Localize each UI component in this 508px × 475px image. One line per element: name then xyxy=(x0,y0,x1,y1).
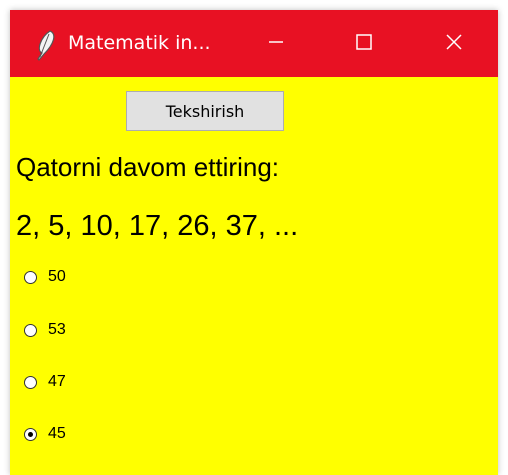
option-label: 45 xyxy=(48,425,66,442)
number-sequence: 2, 5, 10, 17, 26, 37, ... xyxy=(16,210,299,242)
radio-button[interactable] xyxy=(24,375,37,389)
maximize-icon xyxy=(355,33,373,55)
window-content: Tekshirish Qatorni davom ettiring: 2, 5,… xyxy=(10,77,498,475)
option-label: 53 xyxy=(48,321,66,338)
answer-option-45[interactable]: 45 xyxy=(24,422,66,446)
check-button[interactable]: Tekshirish xyxy=(126,91,284,131)
window-title: Matematik in... xyxy=(68,32,211,54)
title-bar[interactable]: Matematik in... xyxy=(10,10,498,77)
option-label: 50 xyxy=(48,268,66,285)
app-window: Matematik in... Tekshirish Qatorni davom… xyxy=(10,10,498,475)
radio-button[interactable] xyxy=(24,323,37,337)
feather-icon xyxy=(30,28,60,64)
option-label: 47 xyxy=(48,373,66,390)
question-text: Qatorni davom ettiring: xyxy=(16,152,280,182)
maximize-button[interactable] xyxy=(320,10,408,77)
close-button[interactable] xyxy=(410,10,498,77)
close-icon xyxy=(445,33,463,55)
answer-option-50[interactable]: 50 xyxy=(24,265,66,289)
radio-button[interactable] xyxy=(24,270,37,284)
radio-button[interactable] xyxy=(24,427,37,441)
answer-option-53[interactable]: 53 xyxy=(24,318,66,342)
answer-option-47[interactable]: 47 xyxy=(24,370,66,394)
minimize-button[interactable] xyxy=(232,10,320,77)
minimize-icon xyxy=(267,33,285,55)
